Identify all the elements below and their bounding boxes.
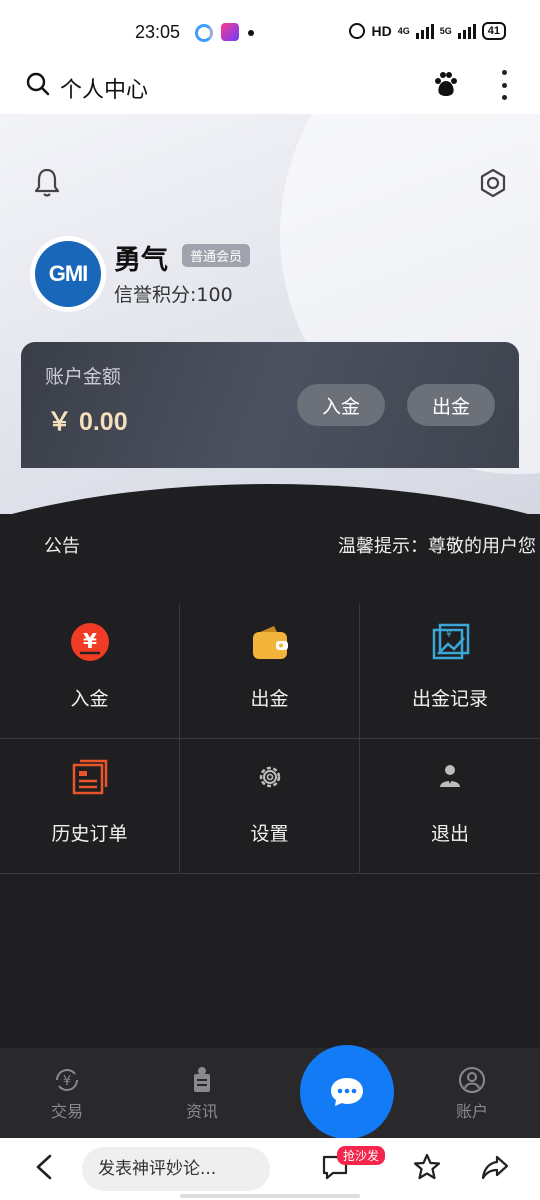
account-amount: ￥ 0.00 <box>47 408 128 436</box>
notice-text: 温馨提示：尊敬的用户您 <box>338 536 536 557</box>
star-icon[interactable] <box>412 1152 442 1182</box>
tab-trade[interactable]: ¥ 交易 <box>27 1066 107 1122</box>
account-card: 账户金额 ￥ 0.00 入金 出金 <box>21 342 519 468</box>
account-icon <box>459 1067 485 1093</box>
tab-label: 交易 <box>50 1102 83 1121</box>
alarm-icon <box>349 23 366 39</box>
back-arrow-icon[interactable] <box>30 1152 58 1182</box>
notice-bar[interactable]: 公告 温馨提示：尊敬的用户您 <box>0 514 540 576</box>
browser-app-icon <box>195 24 213 42</box>
avatar[interactable]: GMI <box>30 236 106 312</box>
settings-icon[interactable] <box>478 168 508 198</box>
notice-label: 公告 <box>44 536 80 557</box>
bottom-tab-bar: ¥ 交易 资讯 账户 <box>0 1048 540 1138</box>
svg-text:¥: ¥ <box>63 1074 71 1089</box>
order-list-icon <box>72 759 108 795</box>
home-indicator <box>180 1194 360 1198</box>
status-bar: 23:05 HD 4G 5G 41 <box>0 0 540 62</box>
menu-item-order-history[interactable]: 历史订单 <box>0 739 180 874</box>
signal-5g-label: 5G <box>439 26 452 36</box>
menu-item-deposit[interactable]: ¥ 入金 <box>0 604 180 739</box>
menu-label: 设置 <box>250 823 289 845</box>
signal-bars-2-icon <box>457 23 476 39</box>
user-name: 勇气 <box>114 245 168 276</box>
account-label: 账户金额 <box>45 366 122 388</box>
menu-label: 历史订单 <box>51 823 128 845</box>
tab-label: 账户 <box>455 1102 488 1121</box>
signal-4g-label: 4G <box>397 26 410 36</box>
menu-label: 出金记录 <box>411 688 488 710</box>
menu-item-settings[interactable]: 设置 <box>180 739 360 874</box>
user-logout-icon <box>440 765 460 787</box>
more-menu-icon[interactable] <box>502 70 508 100</box>
notification-dot-icon <box>248 30 254 36</box>
video-app-icon <box>221 23 239 41</box>
deposit-button[interactable]: 入金 <box>297 384 385 426</box>
tab-news[interactable]: 资讯 <box>162 1066 242 1122</box>
yuan-exchange-icon: ¥ <box>56 1069 78 1091</box>
search-icon[interactable] <box>26 72 50 96</box>
battery-indicator: 41 <box>481 22 506 40</box>
tab-label: 资讯 <box>185 1102 218 1121</box>
yuan-deposit-icon: ¥ <box>71 623 109 661</box>
share-icon[interactable] <box>480 1152 510 1182</box>
status-right-group: HD 4G 5G 41 <box>349 22 506 40</box>
wallet-icon <box>253 626 288 659</box>
avatar-logo: GMI <box>35 241 101 307</box>
tab-account[interactable]: 账户 <box>432 1066 512 1122</box>
member-badge: 普通会员 <box>182 244 251 267</box>
chat-bubble-icon <box>331 1078 363 1106</box>
comment-input[interactable]: 发表神评妙论... <box>82 1147 270 1191</box>
news-icon <box>194 1067 210 1092</box>
hd-indicator: HD <box>371 23 392 39</box>
sofa-badge: 抢沙发 <box>337 1146 386 1165</box>
menu-item-logout[interactable]: 退出 <box>360 739 540 874</box>
top-bar: 个人中心 <box>0 62 540 114</box>
status-time: 23:05 <box>135 22 181 42</box>
record-chart-icon: ¥ <box>432 623 470 660</box>
chat-fab-button[interactable] <box>300 1045 394 1139</box>
baidu-paw-icon[interactable] <box>432 70 460 98</box>
withdraw-button[interactable]: 出金 <box>407 384 495 426</box>
menu-item-withdraw[interactable]: 出金 <box>180 604 360 739</box>
svg-text:¥: ¥ <box>446 630 452 640</box>
menu-item-withdraw-records[interactable]: ¥ 出金记录 <box>360 604 540 739</box>
svg-text:¥: ¥ <box>83 629 97 653</box>
signal-bars-icon <box>415 23 434 39</box>
credit-score: 信誉积分:100 <box>114 284 233 306</box>
menu-grid: ¥ 入金 出金 ¥ 出金记录 历史订单 设置 退出 <box>0 604 540 874</box>
bell-icon[interactable] <box>32 166 62 198</box>
menu-label: 出金 <box>250 688 289 710</box>
menu-label: 退出 <box>430 823 469 845</box>
page-title: 个人中心 <box>60 78 149 103</box>
menu-label: 入金 <box>70 688 109 710</box>
decorative-curve <box>0 484 540 514</box>
gear-icon <box>259 766 281 788</box>
browser-toolbar: 发表神评妙论... 抢沙发 <box>0 1138 540 1200</box>
